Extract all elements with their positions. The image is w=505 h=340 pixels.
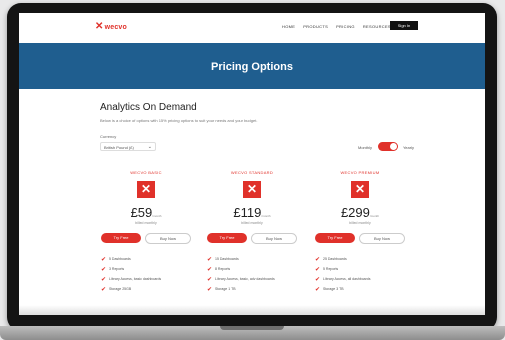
feature-text: Library Access, basic, adv dashboards <box>215 277 275 281</box>
plan-name: WECVO PREMIUM <box>340 170 380 175</box>
plan-logo-icon: ✕ <box>243 181 261 198</box>
price-period: /month <box>261 214 271 218</box>
try-free-button[interactable]: Try Free <box>315 233 355 243</box>
toggle-knob <box>390 143 397 150</box>
plan-buttons: Try Free Buy Now <box>101 233 191 244</box>
check-icon: ✔ <box>207 276 213 283</box>
plan-card-basic: WECVO BASIC ✕ £59/month billed monthly T… <box>101 170 191 294</box>
feature-text: 15 Dashboards <box>215 257 239 261</box>
feature-text: 8 Reports <box>215 267 231 271</box>
feature-item: ✔ 15 Dashboards <box>207 254 297 264</box>
check-icon: ✔ <box>207 286 213 293</box>
feature-item: ✔ 5 Reports <box>315 264 405 274</box>
buy-now-button[interactable]: Buy Now <box>145 233 191 244</box>
feature-item: ✔ 3 Reports <box>101 264 191 274</box>
screen-bottom-fade <box>19 305 485 315</box>
feature-item: ✔ 5 Dashboards <box>101 254 191 264</box>
currency-label: Currency <box>100 134 117 139</box>
buy-now-button[interactable]: Buy Now <box>359 233 405 244</box>
price-period: /month <box>369 214 380 218</box>
check-icon: ✔ <box>101 266 107 273</box>
feature-item: ✔ 8 Reports <box>207 264 297 274</box>
section-title: Analytics On Demand <box>100 102 197 113</box>
feature-text: Storage 25GB <box>109 287 132 291</box>
top-nav: ✕ wecvo HOME PRODUCTS PRICING RESOURCES … <box>19 13 485 41</box>
buy-now-button[interactable]: Buy Now <box>251 233 297 244</box>
laptop-notch <box>220 326 284 330</box>
plan-buttons: Try Free Buy Now <box>315 233 405 244</box>
brand-mark-icon: ✕ <box>95 21 104 32</box>
billing-monthly-label: Monthly <box>358 145 373 150</box>
feature-text: 5 Dashboards <box>109 257 131 261</box>
brand-name: wecvo <box>104 23 127 31</box>
plan-card-standard: WECVO STANDARD ✕ £119/month billed month… <box>207 170 297 294</box>
feature-item: ✔ Storage 1 TB <box>207 284 297 294</box>
nav-link-products[interactable]: PRODUCTS <box>303 24 328 29</box>
price-amount: £59 <box>130 205 153 220</box>
feature-item: ✔ 25 Dashboards <box>315 254 405 264</box>
feature-text: Storage 1 TB <box>215 287 236 291</box>
check-icon: ✔ <box>207 266 213 273</box>
billing-toggle[interactable] <box>378 142 398 151</box>
sign-in-button[interactable]: Sign In <box>390 21 418 30</box>
feature-text: Library Access, basic dashboards <box>109 277 162 281</box>
page-title: Pricing Options <box>211 61 293 73</box>
billing-note: billed monthly <box>135 221 157 225</box>
feature-item: ✔ Storage 25GB <box>101 284 191 294</box>
screen: ✕ wecvo HOME PRODUCTS PRICING RESOURCES … <box>19 13 485 315</box>
check-icon: ✔ <box>101 276 107 283</box>
nav-link-pricing[interactable]: PRICING <box>336 24 355 29</box>
feature-list: ✔ 25 Dashboards ✔ 5 Reports ✔ Library Acces… <box>315 254 405 294</box>
check-icon: ✔ <box>315 286 321 293</box>
hero-banner: Pricing Options <box>19 43 485 89</box>
feature-list: ✔ 5 Dashboards ✔ 3 Reports ✔ Library Access… <box>101 254 191 294</box>
plan-name: WECVO BASIC <box>130 170 162 175</box>
currency-value: British Pound (£) <box>104 145 134 150</box>
check-icon: ✔ <box>315 256 321 263</box>
price-amount: £119 <box>233 205 262 220</box>
plan-buttons: Try Free Buy Now <box>207 233 297 244</box>
plan-logo-icon: ✕ <box>137 181 155 198</box>
currency-select[interactable]: British Pound (£) ⌄ <box>100 142 156 151</box>
feature-text: 5 Reports <box>323 267 339 271</box>
try-free-button[interactable]: Try Free <box>101 233 141 243</box>
billing-note: billed monthly <box>349 221 371 225</box>
billing-note: billed monthly <box>241 221 263 225</box>
nav-links: HOME PRODUCTS PRICING RESOURCES <box>282 24 391 29</box>
plan-price: £59/month <box>101 205 191 220</box>
check-icon: ✔ <box>315 276 321 283</box>
plan-name: WECVO STANDARD <box>230 170 274 175</box>
chevron-down-icon: ⌄ <box>147 144 152 150</box>
price-period: /month <box>152 214 162 218</box>
plan-logo-icon: ✕ <box>351 181 369 198</box>
nav-link-resources[interactable]: RESOURCES <box>363 24 391 29</box>
check-icon: ✔ <box>101 286 107 293</box>
check-icon: ✔ <box>101 256 107 263</box>
brand-logo[interactable]: ✕ wecvo <box>95 21 127 32</box>
feature-text: 25 Dashboards <box>323 257 347 261</box>
nav-link-home[interactable]: HOME <box>282 24 295 29</box>
try-free-button[interactable]: Try Free <box>207 233 247 243</box>
check-icon: ✔ <box>207 256 213 263</box>
feature-item: ✔ Storage 3 TB <box>315 284 405 294</box>
billing-yearly-label: Yearly <box>403 145 414 150</box>
feature-item: ✔ Library Access, basic dashboards <box>101 274 191 284</box>
feature-item: ✔ Library Access, basic, adv dashboards <box>207 274 297 284</box>
feature-text: Storage 3 TB <box>323 287 344 291</box>
section-subtitle: Below is a choice of options with 15% pr… <box>100 118 258 123</box>
feature-text: 3 Reports <box>109 267 125 271</box>
price-amount: £299 <box>340 205 370 220</box>
feature-text: Library Access, all dashboards <box>323 277 371 281</box>
plan-price: £299/month <box>315 205 405 220</box>
check-icon: ✔ <box>315 266 321 273</box>
feature-list: ✔ 15 Dashboards ✔ 8 Reports ✔ Library Acces… <box>207 254 297 294</box>
plan-card-premium: WECVO PREMIUM ✕ £299/month billed monthl… <box>315 170 405 294</box>
plan-price: £119/month <box>207 205 297 220</box>
feature-item: ✔ Library Access, all dashboards <box>315 274 405 284</box>
